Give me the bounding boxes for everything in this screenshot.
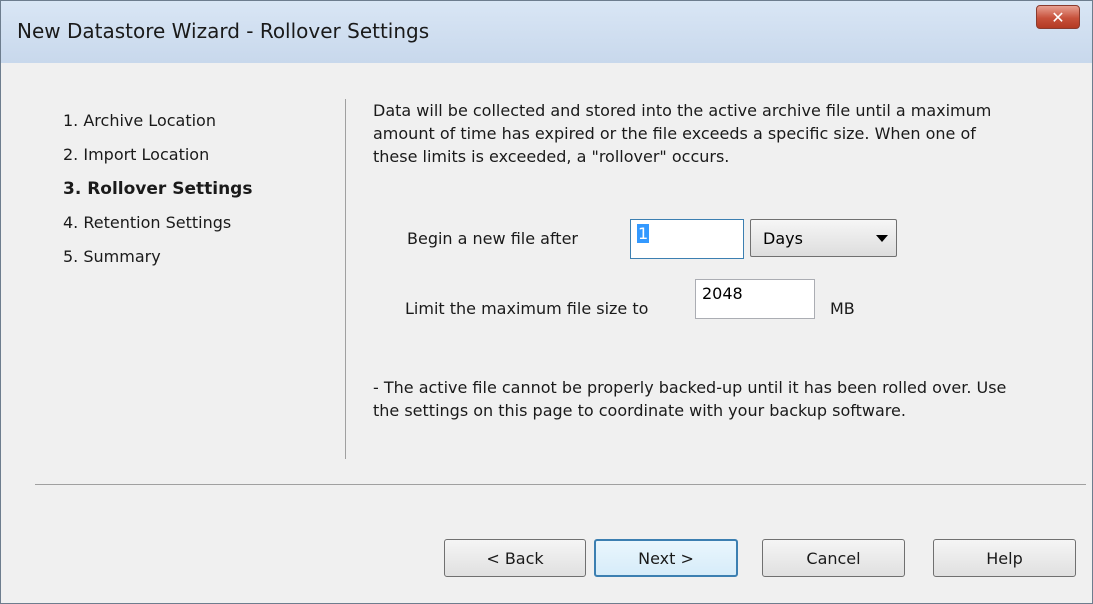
cancel-button[interactable]: Cancel [762, 539, 905, 577]
back-button[interactable]: < Back [444, 539, 586, 577]
help-button[interactable]: Help [933, 539, 1076, 577]
next-button[interactable]: Next > [594, 539, 738, 577]
step-archive-location: 1. Archive Location [63, 111, 216, 130]
period-select[interactable]: Days [750, 219, 897, 257]
window-title: New Datastore Wizard - Rollover Settings [17, 19, 430, 43]
period-selected-value: Days [763, 229, 803, 248]
close-icon: ✕ [1051, 7, 1065, 27]
title-bar[interactable]: New Datastore Wizard - Rollover Settings… [1, 1, 1092, 63]
limit-size-label: Limit the maximum file size to [405, 299, 649, 318]
step-import-location: 2. Import Location [63, 145, 210, 164]
chevron-down-icon [876, 235, 888, 242]
close-button[interactable]: ✕ [1036, 5, 1080, 29]
begin-after-input[interactable]: 1 [630, 219, 744, 259]
begin-new-file-label: Begin a new file after [407, 229, 578, 248]
size-unit-label: MB [830, 299, 855, 318]
step-summary: 5. Summary [63, 247, 161, 266]
wizard-body: 1. Archive Location 2. Import Location 3… [7, 63, 1086, 597]
max-size-input[interactable]: 2048 [695, 279, 815, 319]
horizontal-divider [35, 484, 1086, 485]
step-list: 1. Archive Location 2. Import Location 3… [63, 107, 252, 277]
begin-after-value: 1 [637, 224, 650, 243]
step-rollover-settings: 3. Rollover Settings [63, 179, 253, 199]
backup-note: - The active file cannot be properly bac… [373, 378, 1007, 420]
description-text: Data will be collected and stored into t… [373, 101, 992, 166]
step-retention-settings: 4. Retention Settings [63, 213, 232, 232]
wizard-window: New Datastore Wizard - Rollover Settings… [0, 0, 1093, 604]
vertical-divider [345, 99, 346, 459]
